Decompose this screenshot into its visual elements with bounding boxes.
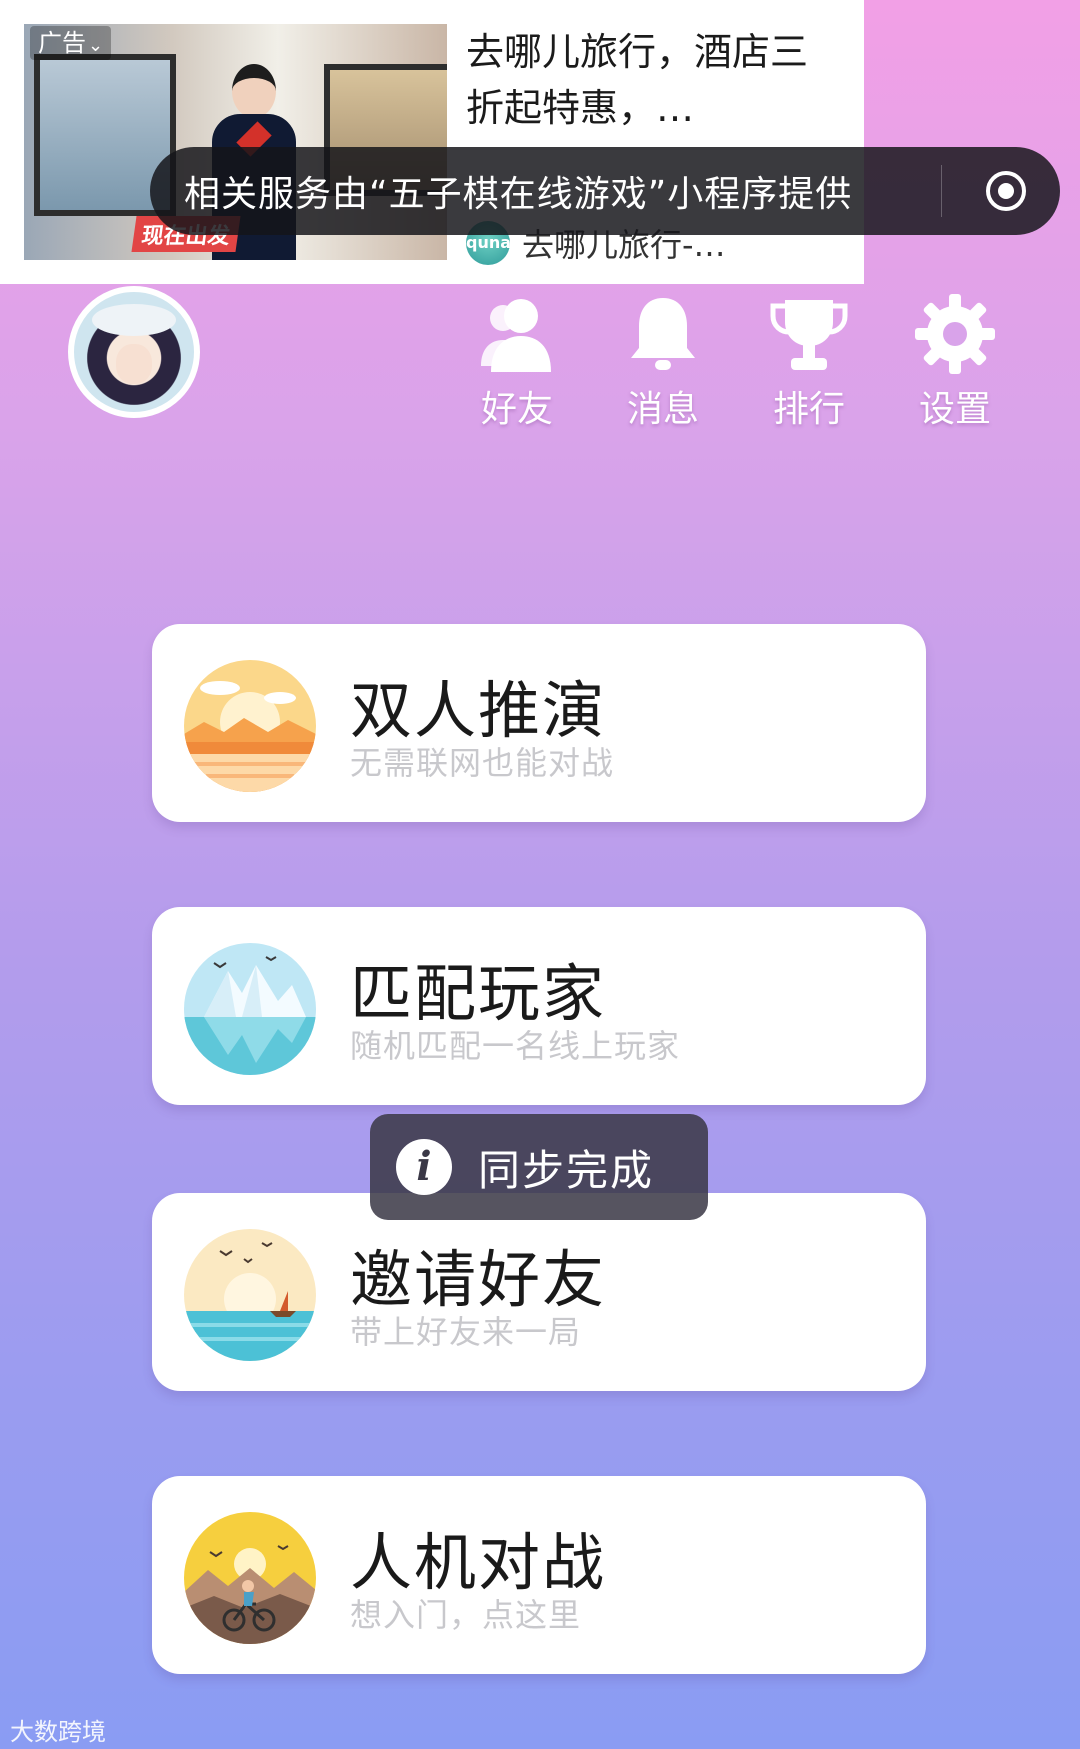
chevron-down-icon: ⌄ [88,35,104,56]
watermark: 大数跨境 [10,1718,106,1746]
cyclist-icon [184,1512,316,1644]
iceberg-icon [184,943,316,1075]
nav-ranking[interactable]: 排行 [754,292,864,432]
menu-subtitle: 想入门，点这里 [350,1596,582,1634]
seaside-icon [184,1229,316,1361]
menu-title: 匹配玩家 [350,957,607,1030]
service-provider-notice: 相关服务由“五子棋在线游戏”小程序提供 [150,147,1060,235]
nav-label: 消息 [626,389,699,430]
nav-label: 好友 [480,389,553,430]
trophy-icon [770,300,848,370]
menu-vs-computer[interactable]: 人机对战 想入门，点这里 [152,1476,926,1674]
menu-subtitle: 带上好友来一局 [350,1313,582,1351]
ad-tag[interactable]: 广告 ⌄ [30,26,112,60]
nav-messages[interactable]: 消息 [608,292,718,432]
nav-friends[interactable]: 好友 [462,292,572,432]
service-provider-text: 相关服务由“五子棋在线游戏”小程序提供 [184,174,853,215]
user-avatar[interactable] [68,286,200,418]
target-icon[interactable] [984,169,1028,213]
sunset-desert-icon [184,660,316,792]
sync-toast: i 同步完成 [370,1114,708,1220]
info-icon: i [396,1139,452,1195]
ad-tag-label: 广告 [38,29,86,57]
toast-text: 同步完成 [478,1145,655,1195]
bell-icon [631,298,695,370]
menu-match-player[interactable]: 匹配玩家 随机匹配一名线上玩家 [152,907,926,1105]
ad-title[interactable]: 去哪儿旅行，酒店三折起特惠，… [466,24,826,136]
friends-icon [481,299,551,372]
nav-label: 设置 [918,389,991,430]
menu-title: 人机对战 [350,1526,607,1599]
menu-title: 邀请好友 [350,1243,607,1316]
menu-invite-friends[interactable]: 邀请好友 带上好友来一局 [152,1193,926,1391]
gear-icon [915,294,995,374]
nav-label: 排行 [772,389,845,430]
menu-subtitle: 无需联网也能对战 [350,744,615,782]
menu-two-player[interactable]: 双人推演 无需联网也能对战 [152,624,926,822]
nav-settings[interactable]: 设置 [900,292,1010,432]
notice-divider [941,165,942,217]
menu-subtitle: 随机匹配一名线上玩家 [350,1027,681,1065]
ad-banner[interactable]: 现在出发 广告 ⌄ 去哪儿旅行，酒店三折起特惠，… qunar 去哪儿旅行-… [0,0,864,284]
menu-title: 双人推演 [350,674,607,747]
